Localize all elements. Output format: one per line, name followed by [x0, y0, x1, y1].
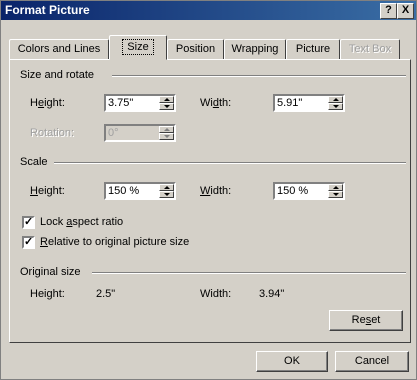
label-part: et: [371, 314, 381, 326]
original-width-label: Width:: [200, 288, 232, 300]
cancel-button[interactable]: Cancel: [335, 351, 409, 372]
spin-down-arrow-icon[interactable]: [159, 103, 174, 110]
spin-down-arrow-icon: [159, 133, 174, 140]
tab-picture[interactable]: Picture: [286, 39, 340, 60]
size-width-spinner[interactable]: 5.91": [273, 94, 345, 112]
label-part: H: [30, 97, 38, 109]
tab-label: Colors and Lines: [17, 43, 101, 55]
scale-width-spinner[interactable]: 150 %: [273, 182, 345, 200]
size-width-label: Width:: [200, 97, 231, 109]
reset-button[interactable]: Reset: [329, 310, 403, 331]
relative-to-original-checkbox[interactable]: ✓: [22, 236, 35, 249]
spin-up-arrow-icon: [159, 126, 174, 133]
section-divider: [112, 75, 406, 77]
close-button[interactable]: X: [397, 3, 414, 19]
spin-up-arrow-icon[interactable]: [159, 96, 174, 103]
spin-down-arrow-icon[interactable]: [159, 191, 174, 198]
spin-down-arrow-icon[interactable]: [328, 103, 343, 110]
label-part: Re: [351, 314, 366, 326]
original-size-section-label: Original size: [20, 266, 81, 278]
scale-section-label: Scale: [20, 156, 48, 168]
label-part: Lock: [40, 216, 67, 228]
original-height-value: 2.5": [96, 288, 116, 300]
relative-to-original-label[interactable]: Relative to original picture size: [40, 236, 189, 248]
tab-label: Text Box: [348, 43, 392, 55]
tab-text-box: Text Box: [340, 39, 400, 60]
tab-label: Wrapping: [231, 43, 279, 55]
label-accel: H: [30, 185, 38, 197]
rotation-spinner: 0°: [104, 124, 176, 142]
size-height-label: Height:: [30, 97, 65, 109]
size-rotate-section-label: Size and rotate: [20, 69, 94, 81]
label-part: eight:: [37, 185, 65, 197]
label-part: Wi: [200, 97, 213, 109]
tab-label: Picture: [295, 43, 331, 55]
scale-width-value: 150 %: [277, 185, 309, 197]
section-divider: [92, 272, 406, 274]
scale-height-label: Height:: [30, 185, 65, 197]
lock-aspect-ratio-checkbox[interactable]: ✓: [22, 216, 35, 229]
rotation-value: 0°: [108, 127, 119, 139]
size-width-value: 5.91": [277, 97, 303, 109]
format-picture-dialog: Format Picture ? X Colors and Lines Size…: [0, 0, 417, 380]
spin-down-arrow-icon[interactable]: [328, 191, 343, 198]
section-divider: [54, 162, 406, 164]
size-tab-panel: Size and rotate Height: 3.75" Width: 5.9…: [9, 59, 411, 343]
label-part: idth:: [210, 185, 232, 197]
spin-up-arrow-icon[interactable]: [159, 184, 174, 191]
help-button[interactable]: ?: [380, 3, 397, 19]
scale-height-spinner[interactable]: 150 %: [104, 182, 176, 200]
label-part: ight:: [44, 97, 65, 109]
scale-width-label: Width:: [200, 185, 231, 197]
tab-wrapping[interactable]: Wrapping: [224, 39, 286, 60]
label-part: elative to original picture size: [47, 236, 190, 248]
label-accel: W: [200, 185, 211, 197]
scale-height-value: 150 %: [108, 185, 140, 197]
dialog-title: Format Picture: [5, 3, 90, 17]
spin-up-arrow-icon[interactable]: [328, 184, 343, 191]
title-bar[interactable]: Format Picture ? X: [1, 1, 416, 20]
tab-position[interactable]: Position: [167, 39, 224, 60]
label-part: th:: [218, 97, 232, 109]
original-width-value: 3.94": [259, 288, 285, 300]
ok-button[interactable]: OK: [256, 351, 328, 372]
lock-aspect-ratio-label[interactable]: Lock aspect ratio: [40, 216, 123, 228]
size-height-spinner[interactable]: 3.75": [104, 94, 176, 112]
label-part: spect ratio: [72, 216, 124, 228]
tab-label: Size: [122, 39, 154, 55]
tab-label: Position: [175, 43, 216, 55]
tab-colors-and-lines[interactable]: Colors and Lines: [9, 39, 109, 60]
tab-size[interactable]: Size: [109, 35, 167, 60]
spin-up-arrow-icon[interactable]: [328, 96, 343, 103]
original-height-label: Height:: [30, 288, 65, 300]
size-height-value: 3.75": [108, 97, 134, 109]
rotation-label: Rotation:: [30, 127, 75, 139]
label-accel: R: [40, 236, 48, 248]
